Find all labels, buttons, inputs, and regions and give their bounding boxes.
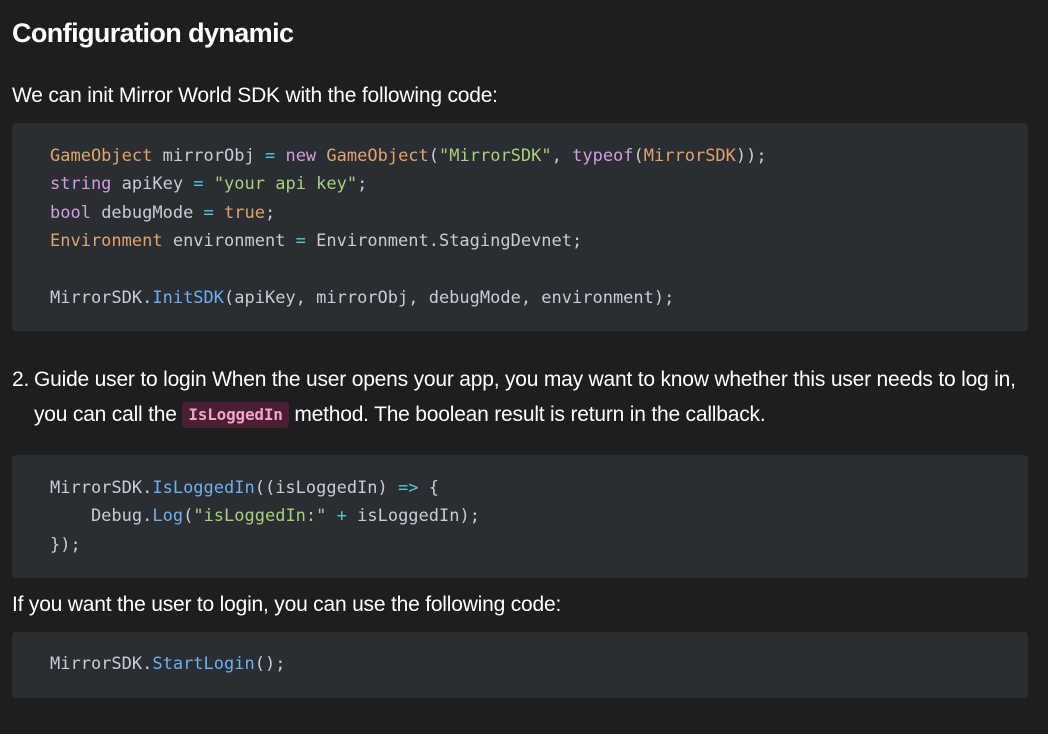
code-block-init-sdk: GameObject mirrorObj = new GameObject("M… [12,123,1028,331]
code-block-start-login: MirrorSDK.StartLogin(); [12,632,1028,698]
code-token: isLoggedIn); [346,506,480,526]
code-token: StartLogin [152,654,255,674]
code-token: ( [428,146,440,166]
code-token: GameObject [50,146,153,166]
code-token: mirrorObj [152,146,265,166]
code-token: InitSDK [152,288,225,308]
login-paragraph: If you want the user to login, you can u… [12,593,562,616]
code-token: environment [162,231,296,251]
code-token: "MirrorSDK" [439,146,552,166]
code-token: bool [50,203,91,223]
code-line: }); [50,535,81,555]
code-token: "isLoggedIn:" [193,506,327,526]
code-token: ( [183,506,194,526]
code-token: ((isLoggedIn) [254,478,399,498]
list-item-text: Guide user to login When the user opens … [34,362,1024,432]
code-token: Environment.StagingDevnet; [305,231,583,251]
code-token: = [203,203,214,223]
code-line: Debug.Log("isLoggedIn:" + isLoggedIn); [50,506,480,526]
code-token: new [285,146,317,166]
code-token: MirrorSDK. [50,478,153,498]
section-heading: Configuration dynamic [12,18,294,48]
code-line: MirrorSDK.StartLogin(); [50,654,285,674]
code-token: { [418,478,439,498]
intro-paragraph: We can init Mirror World SDK with the fo… [12,84,498,107]
code-token: ; [265,203,276,223]
code-line: bool debugMode = true; [50,203,275,223]
code-token: Environment [50,231,163,251]
code-token: ( [633,146,644,166]
inline-code-isloggedin: IsLoggedIn [182,402,289,428]
code-token: IsLoggedIn [152,478,255,498]
code-token: = [264,146,276,166]
code-token: typeof [572,146,634,166]
list-number: 2. [12,368,30,391]
code-token: = [295,231,306,251]
code-line: string apiKey = "your api key"; [50,174,367,194]
code-line: MirrorSDK.InitSDK(apiKey, mirrorObj, deb… [50,288,674,308]
code-block-is-logged-in: MirrorSDK.IsLoggedIn((isLoggedIn) => { D… [12,455,1028,578]
code-token: string [50,174,112,194]
code-token: (); [254,654,286,674]
list-text-after: method. The boolean result is return in … [288,403,766,426]
code-token: (apiKey, mirrorObj, debugMode, environme… [224,288,675,308]
code-token: Debug. [50,506,153,526]
code-token: MirrorSDK [643,146,736,166]
code-line: GameObject mirrorObj = new GameObject("M… [50,146,767,166]
code-token: )); [735,146,767,166]
code-token: ; [357,174,368,194]
code-token: Log [152,506,184,526]
code-token: MirrorSDK. [50,654,153,674]
code-token: GameObject [326,146,429,166]
code-token: true [224,203,265,223]
doc-page: Configuration dynamic We can init Mirror… [0,0,1048,734]
code-token: "your api key" [213,174,358,194]
code-token: }); [50,535,81,555]
code-line: Environment environment = Environment.St… [50,231,582,251]
code-token: , [551,146,573,166]
code-token: + [336,506,347,526]
code-token: => [398,478,419,498]
code-token: = [193,174,204,194]
code-line: MirrorSDK.IsLoggedIn((isLoggedIn) => { [50,478,439,498]
code-token: MirrorSDK. [50,288,153,308]
code-token: apiKey [111,174,194,194]
code-token: debugMode [90,203,204,223]
